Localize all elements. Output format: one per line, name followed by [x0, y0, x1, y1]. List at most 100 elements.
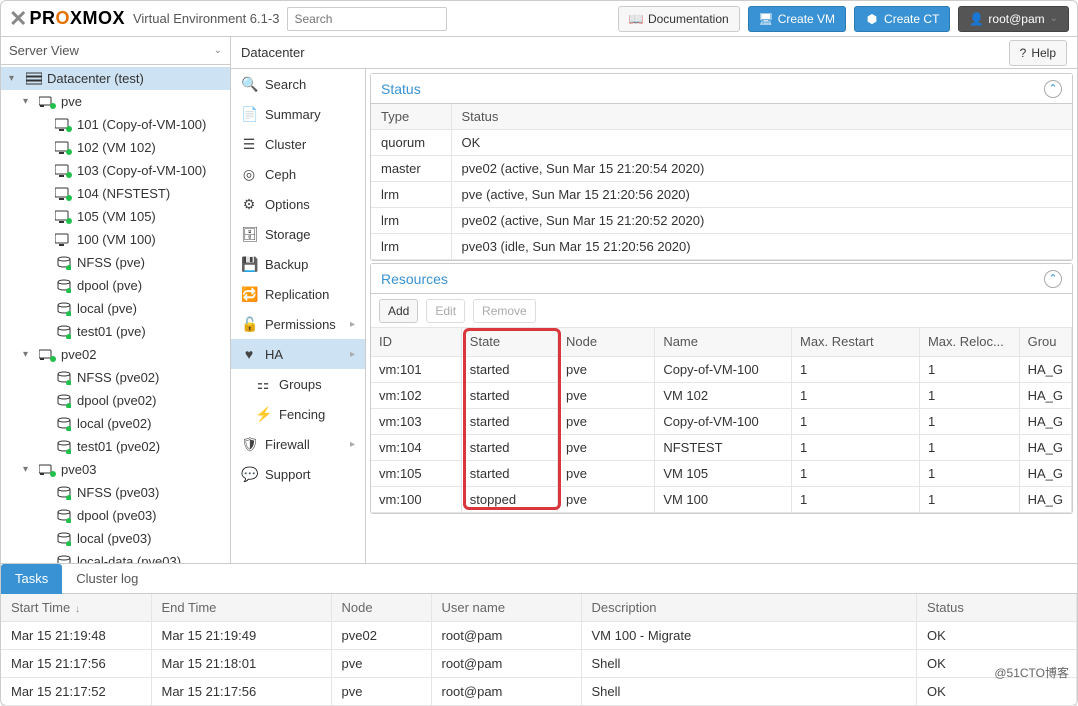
book-icon: 📖 [629, 12, 643, 26]
submenu-item-cluster[interactable]: ☰Cluster [231, 129, 365, 159]
status-row[interactable]: masterpve02 (active, Sun Mar 15 21:20:54… [371, 156, 1072, 182]
create-ct-button[interactable]: ⬢Create CT [854, 6, 950, 32]
task-col-status[interactable]: Status [917, 594, 1077, 622]
help-button[interactable]: ? Help [1009, 40, 1067, 66]
resources-panel: Resources ⌃ Add Edit Remove ID State [370, 263, 1073, 514]
task-col-user[interactable]: User name [431, 594, 581, 622]
submenu-item-storage[interactable]: 🗄Storage [231, 219, 365, 249]
tree-item[interactable]: ▾pve02 [1, 343, 230, 366]
status-value: pve02 (active, Sun Mar 15 21:20:54 2020) [451, 156, 1072, 182]
logo: ✕ PROXMOX [9, 6, 125, 32]
tree-item[interactable]: 105 (VM 105) [1, 205, 230, 228]
view-selector[interactable]: Server View ⌄ [1, 37, 230, 65]
res-id: vm:101 [371, 356, 461, 382]
res-col-group[interactable]: Grou [1019, 328, 1071, 356]
tree-item[interactable]: 104 (NFSTEST) [1, 182, 230, 205]
tab-cluster-log[interactable]: Cluster log [62, 564, 152, 594]
create-vm-button[interactable]: 🖥Create VM [748, 6, 846, 32]
res-col-name[interactable]: Name [655, 328, 792, 356]
submenu-item-firewall[interactable]: 🛡Firewall▸ [231, 429, 365, 459]
tree-item[interactable]: local (pve02) [1, 412, 230, 435]
documentation-button[interactable]: 📖Documentation [618, 6, 740, 32]
submenu-item-label: HA [265, 347, 283, 362]
submenu-item-groups[interactable]: ⚏Groups [231, 369, 365, 399]
res-col-state[interactable]: State [461, 328, 557, 356]
submenu-item-replication[interactable]: 🔁Replication [231, 279, 365, 309]
tree-item[interactable]: NFSS (pve) [1, 251, 230, 274]
resource-row[interactable]: vm:101startedpveCopy-of-VM-10011HA_G [371, 356, 1072, 382]
tree-item[interactable]: dpool (pve03) [1, 504, 230, 527]
task-col-end[interactable]: End Time [151, 594, 331, 622]
res-group: HA_G [1019, 460, 1071, 486]
status-col-type[interactable]: Type [371, 104, 451, 130]
task-status: OK [917, 622, 1077, 650]
task-col-start[interactable]: Start Time ↓ [1, 594, 151, 622]
resource-row[interactable]: vm:104startedpveNFSTEST11HA_G [371, 434, 1072, 460]
storage-icon [55, 440, 73, 454]
tree-item[interactable]: 102 (VM 102) [1, 136, 230, 159]
resource-row[interactable]: vm:100stoppedpveVM 10011HA_G [371, 486, 1072, 512]
collapse-icon[interactable]: ⌃ [1044, 270, 1062, 288]
submenu-item-permissions[interactable]: 🔓Permissions▸ [231, 309, 365, 339]
user-menu-button[interactable]: 👤root@pam⌄ [958, 6, 1069, 32]
permissions-icon: 🔓 [241, 316, 257, 333]
tree-item[interactable]: 100 (VM 100) [1, 228, 230, 251]
task-col-node[interactable]: Node [331, 594, 431, 622]
tree-item[interactable]: local (pve03) [1, 527, 230, 550]
submenu-item-label: Backup [265, 257, 308, 272]
vm-off-icon [55, 233, 73, 247]
status-col-status[interactable]: Status [451, 104, 1072, 130]
submenu-item-options[interactable]: ⚙Options [231, 189, 365, 219]
res-maxrestart: 1 [791, 434, 919, 460]
status-row[interactable]: quorumOK [371, 130, 1072, 156]
submenu-item-label: Search [265, 77, 306, 92]
tree-item-label: test01 (pve) [77, 324, 146, 339]
resource-row[interactable]: vm:105startedpveVM 10511HA_G [371, 460, 1072, 486]
collapse-icon[interactable]: ⌃ [1044, 80, 1062, 98]
submenu-item-support[interactable]: 💬Support [231, 459, 365, 489]
task-row[interactable]: Mar 15 21:17:56Mar 15 21:18:01pveroot@pa… [1, 650, 1077, 678]
tree-item[interactable]: ▾pve [1, 90, 230, 113]
submenu-item-search[interactable]: 🔍Search [231, 69, 365, 99]
tab-tasks[interactable]: Tasks [1, 564, 62, 594]
chevron-right-icon: ▸ [350, 439, 355, 450]
res-col-maxrestart[interactable]: Max. Restart [791, 328, 919, 356]
task-user: root@pam [431, 622, 581, 650]
tree-item[interactable]: 101 (Copy-of-VM-100) [1, 113, 230, 136]
tree-item[interactable]: test01 (pve02) [1, 435, 230, 458]
status-row[interactable]: lrmpve (active, Sun Mar 15 21:20:56 2020… [371, 182, 1072, 208]
resource-row[interactable]: vm:102startedpveVM 10211HA_G [371, 382, 1072, 408]
tree-item[interactable]: 103 (Copy-of-VM-100) [1, 159, 230, 182]
main: Server View ⌄ ▾ Datacenter (test) ▾pve101 … [1, 37, 1077, 563]
tree-item-label: local-data (pve03) [77, 554, 181, 563]
res-col-node[interactable]: Node [558, 328, 655, 356]
tree-item-label: Datacenter (test) [47, 71, 144, 86]
submenu-item-backup[interactable]: 💾Backup [231, 249, 365, 279]
tree-item[interactable]: NFSS (pve02) [1, 366, 230, 389]
tree-item[interactable]: dpool (pve) [1, 274, 230, 297]
submenu-item-fencing[interactable]: ⚡Fencing [231, 399, 365, 429]
vm-on-icon [55, 210, 73, 224]
expander-icon: ▾ [9, 73, 21, 84]
add-button[interactable]: Add [379, 299, 418, 323]
submenu-item-ha[interactable]: ♥HA▸ [231, 339, 365, 369]
tree-item[interactable]: NFSS (pve03) [1, 481, 230, 504]
tree-item[interactable]: dpool (pve02) [1, 389, 230, 412]
status-value: pve02 (active, Sun Mar 15 21:20:52 2020) [451, 208, 1072, 234]
tree-item[interactable]: ▾ Datacenter (test) [1, 67, 230, 90]
res-col-maxreloc[interactable]: Max. Reloc... [919, 328, 1019, 356]
submenu-item-summary[interactable]: 📄Summary [231, 99, 365, 129]
resource-row[interactable]: vm:103startedpveCopy-of-VM-10011HA_G [371, 408, 1072, 434]
task-row[interactable]: Mar 15 21:19:48Mar 15 21:19:49pve02root@… [1, 622, 1077, 650]
tree-item[interactable]: local-data (pve03) [1, 550, 230, 563]
status-row[interactable]: lrmpve02 (active, Sun Mar 15 21:20:52 20… [371, 208, 1072, 234]
task-row[interactable]: Mar 15 21:17:52Mar 15 21:17:56pveroot@pa… [1, 678, 1077, 706]
tree-item[interactable]: ▾pve03 [1, 458, 230, 481]
search-input[interactable] [287, 7, 447, 31]
submenu-item-ceph[interactable]: ◎Ceph [231, 159, 365, 189]
res-col-id[interactable]: ID [371, 328, 461, 356]
status-row[interactable]: lrmpve03 (idle, Sun Mar 15 21:20:56 2020… [371, 234, 1072, 260]
tree-item[interactable]: test01 (pve) [1, 320, 230, 343]
task-col-desc[interactable]: Description [581, 594, 917, 622]
tree-item[interactable]: local (pve) [1, 297, 230, 320]
